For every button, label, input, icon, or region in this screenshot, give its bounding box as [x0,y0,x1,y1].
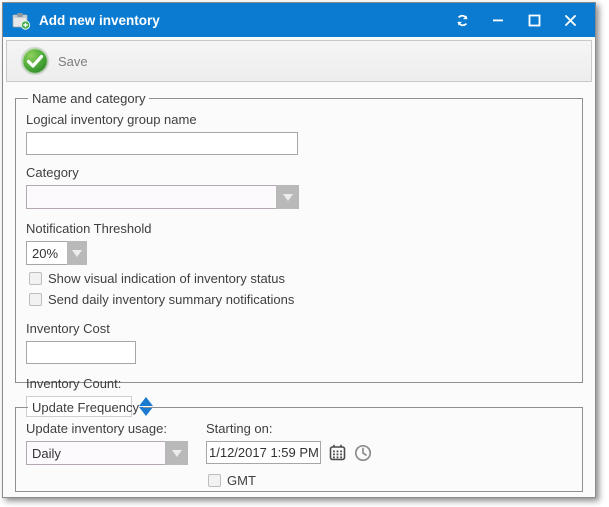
threshold-label: Notification Threshold [26,221,572,236]
chevron-down-icon [172,450,182,457]
starting-on-row [206,441,372,464]
inventory-cost-input[interactable] [26,341,136,364]
gmt-row: GMT [208,473,372,488]
logical-name-label: Logical inventory group name [26,112,572,127]
dialog-body: Name and category Logical inventory grou… [3,85,595,500]
close-icon [564,14,577,27]
usage-label: Update inventory usage: [26,421,198,436]
show-visual-row: Show visual indication of inventory stat… [29,271,572,286]
update-frequency-legend: Update Frequency [28,400,143,415]
name-and-category-legend: Name and category [28,91,149,106]
show-visual-label: Show visual indication of inventory stat… [48,271,285,286]
usage-column: Update inventory usage: Daily [26,421,198,488]
refresh-button[interactable] [447,7,477,33]
close-button[interactable] [555,7,585,33]
calendar-icon [329,444,346,461]
starting-on-label: Starting on: [206,421,372,436]
chevron-down-icon [72,250,82,257]
clock-icon [354,444,372,462]
inventory-count-label: Inventory Count: [26,376,572,391]
name-and-category-group: Name and category Logical inventory grou… [15,91,583,383]
logical-name-input[interactable] [26,132,298,155]
time-picker-button[interactable] [354,444,372,462]
save-check-icon [20,46,50,76]
frequency-row: Update inventory usage: Daily Starting o… [26,421,572,488]
update-frequency-group: Update Frequency Update inventory usage:… [15,400,583,492]
send-daily-label: Send daily inventory summary notificatio… [48,292,294,307]
send-daily-checkbox[interactable] [29,293,42,306]
toolbar: Save [6,40,592,82]
refresh-icon [455,13,470,28]
threshold-dropdown-button[interactable] [67,241,87,265]
threshold-dropdown[interactable]: 20% [26,241,87,265]
category-dropdown-button[interactable] [276,185,299,209]
gmt-checkbox[interactable] [208,474,221,487]
show-visual-checkbox[interactable] [29,272,42,285]
inventory-cost-label: Inventory Cost [26,321,572,336]
window-controls [447,7,585,33]
maximize-icon [528,14,541,27]
category-label: Category [26,165,572,180]
usage-value: Daily [26,441,165,465]
maximize-button[interactable] [519,7,549,33]
calendar-picker-button[interactable] [329,444,346,461]
usage-dropdown-button[interactable] [165,441,188,465]
gmt-label: GMT [227,473,256,488]
minimize-icon [492,14,504,26]
category-dropdown[interactable] [26,185,299,209]
send-daily-row: Send daily inventory summary notificatio… [29,292,572,307]
category-value [26,185,276,209]
inventory-add-icon [11,10,31,30]
save-button[interactable]: Save [15,42,99,80]
title-bar: Add new inventory [3,3,595,37]
starting-on-input[interactable] [206,441,321,464]
minimize-button[interactable] [483,7,513,33]
save-button-label: Save [58,54,88,69]
chevron-down-icon [283,194,293,201]
window-title: Add new inventory [39,13,447,28]
add-inventory-dialog: Add new inventory [2,2,596,498]
starting-on-column: Starting on: [206,421,372,488]
usage-dropdown[interactable]: Daily [26,441,188,465]
threshold-value: 20% [26,241,67,265]
